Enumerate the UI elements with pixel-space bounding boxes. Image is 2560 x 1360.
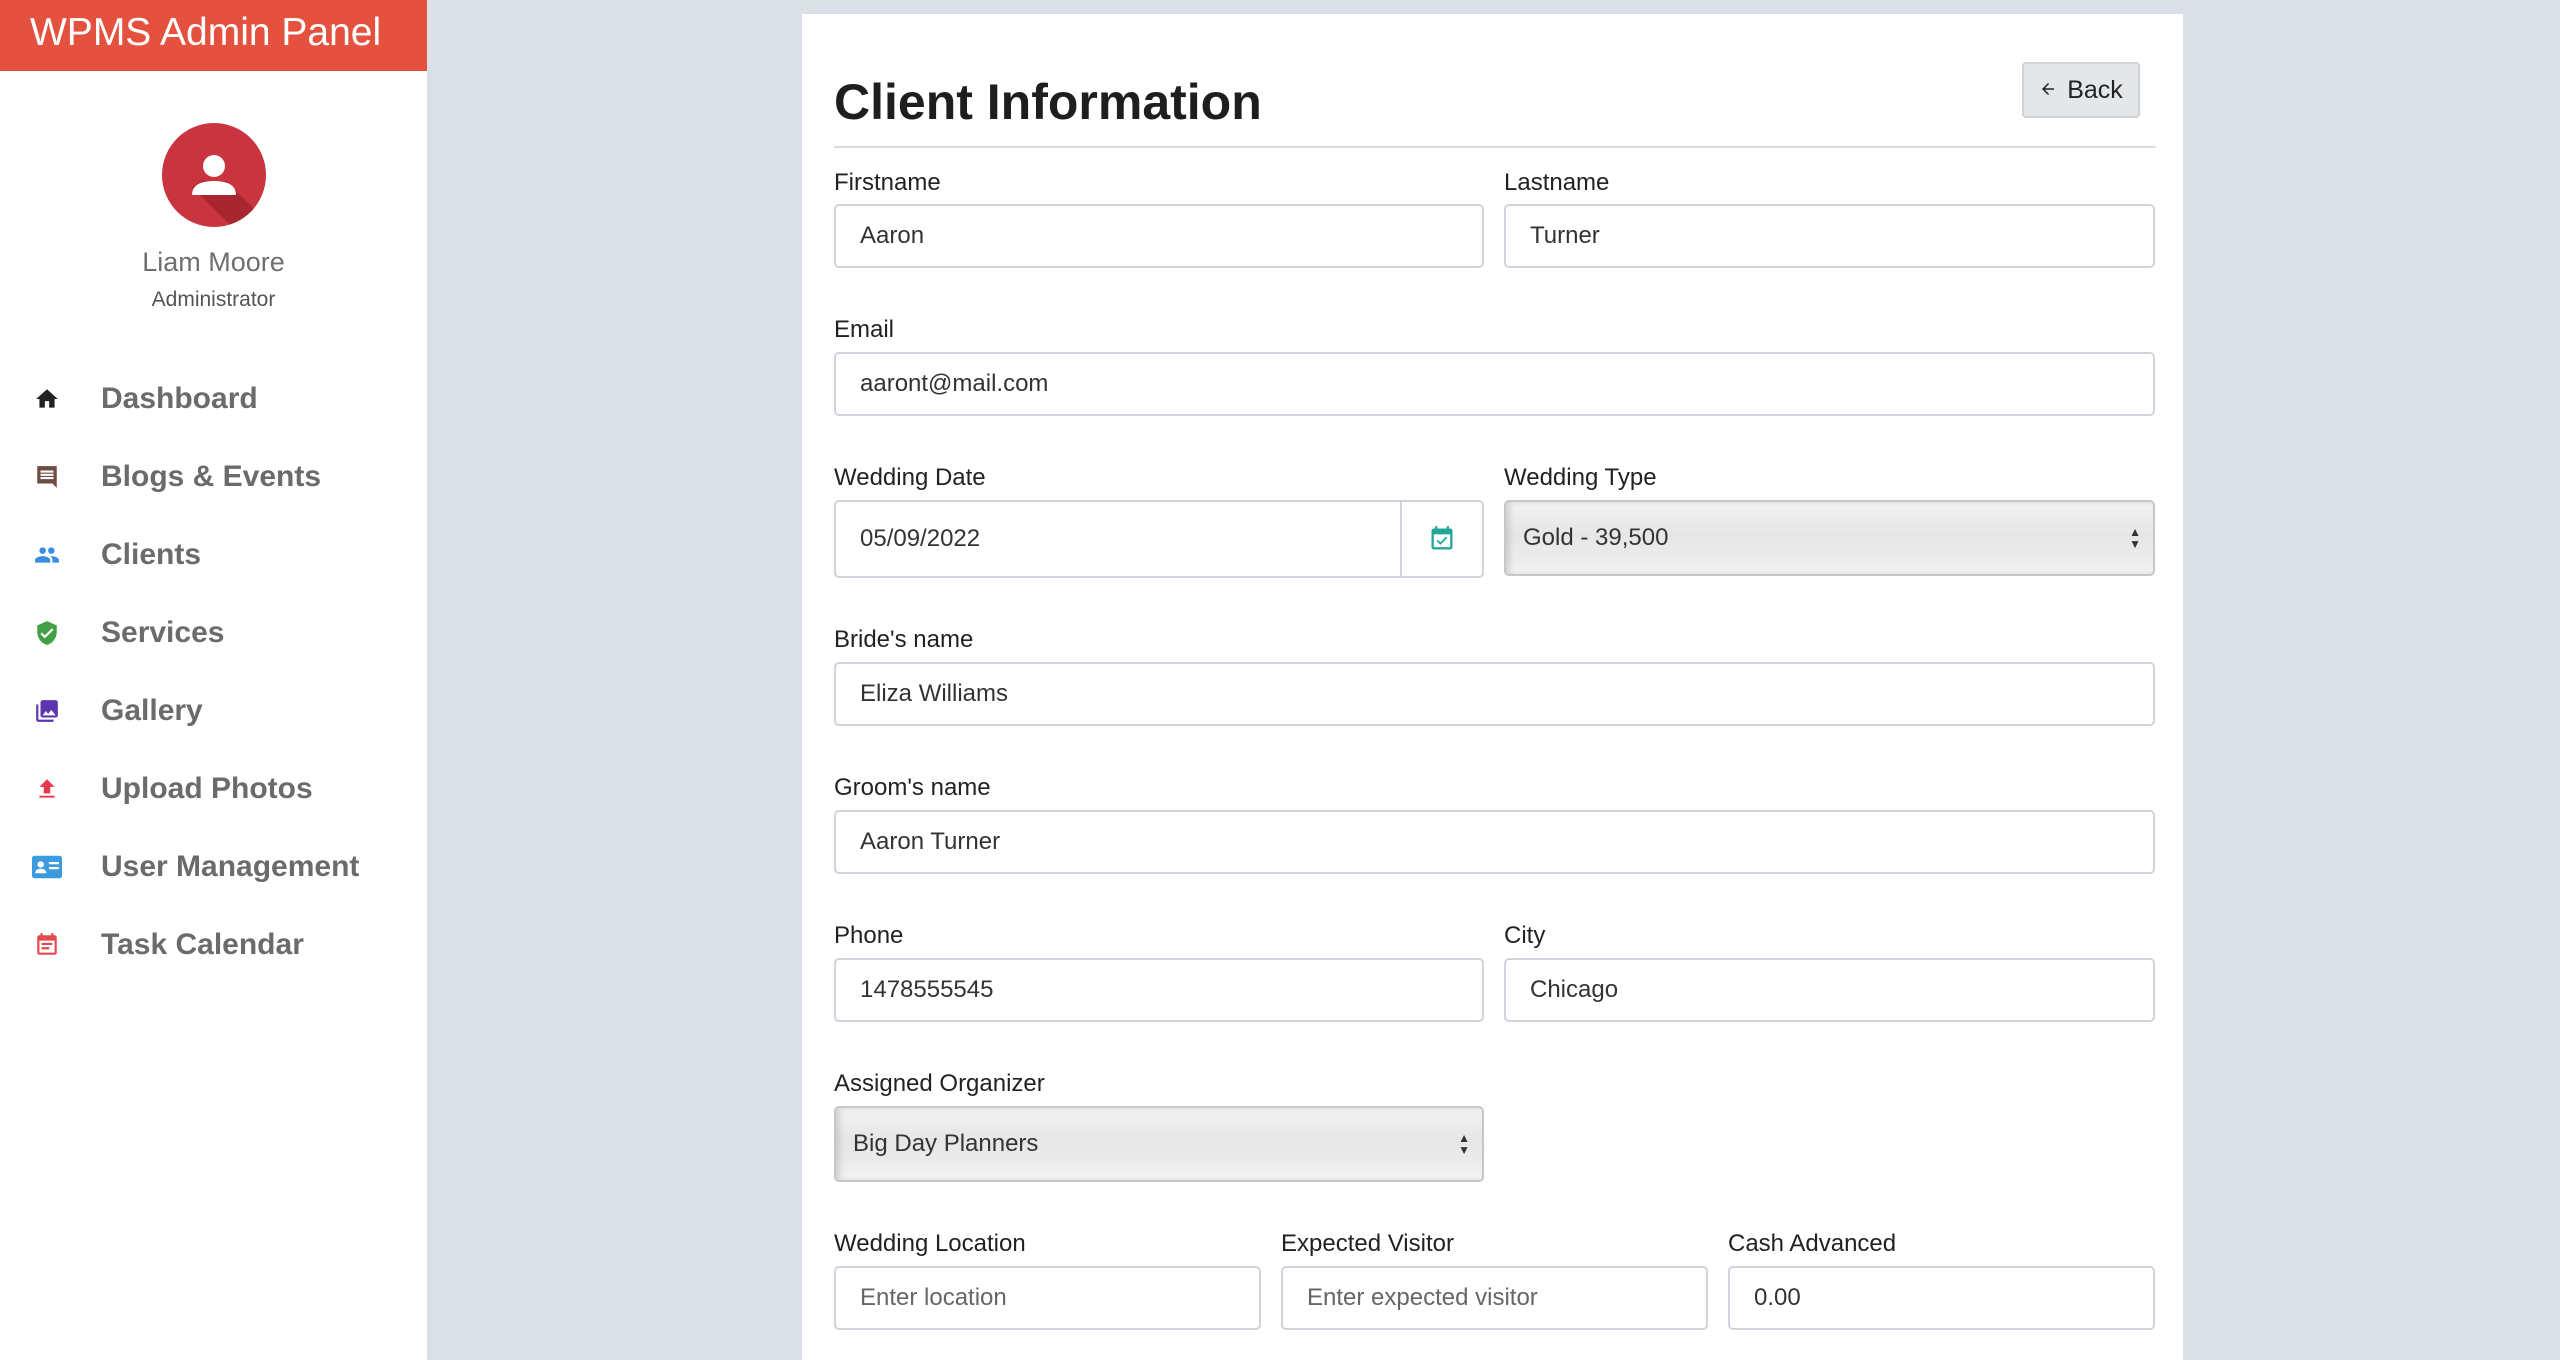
email-label: Email	[834, 316, 895, 343]
expected-visitor-label: Expected Visitor	[1281, 1230, 1454, 1257]
user-icon	[191, 155, 266, 227]
city-label: City	[1504, 922, 1546, 949]
groom-name-label: Groom's name	[834, 774, 991, 801]
brand-title: WPMS Admin Panel	[0, 0, 427, 71]
wedding-location-input[interactable]	[834, 1266, 1261, 1330]
date-picker-button[interactable]	[1400, 502, 1482, 576]
wedding-location-label: Wedding Location	[834, 1230, 1026, 1257]
sidebar-item-label: Task Calendar	[101, 928, 304, 961]
sidebar: WPMS Admin Panel Liam Moore Administrato…	[0, 0, 427, 1360]
organizer-select[interactable]: Big Day Planners ▲ ▼	[834, 1106, 1484, 1182]
calendar-icon	[32, 930, 62, 960]
comment-icon	[32, 462, 62, 492]
cash-advanced-input[interactable]	[1728, 1266, 2155, 1330]
sidebar-item-clients[interactable]: Clients	[0, 516, 427, 594]
arrow-left-icon	[2039, 76, 2057, 105]
cash-advanced-label: Cash Advanced	[1728, 1230, 1897, 1257]
avatar	[161, 123, 266, 227]
back-button[interactable]: Back	[2022, 62, 2140, 118]
sidebar-item-user-management[interactable]: User Management	[0, 828, 427, 906]
sidebar-item-task-calendar[interactable]: Task Calendar	[0, 906, 427, 984]
people-icon	[32, 540, 62, 570]
sidebar-nav: Dashboard Blogs & Events Clients Service…	[0, 360, 427, 984]
sidebar-item-label: Upload Photos	[101, 772, 313, 805]
sidebar-item-label: User Management	[101, 850, 360, 883]
lastname-label: Lastname	[1504, 169, 1610, 196]
phone-input[interactable]	[834, 958, 1484, 1022]
client-info-card: Client Information Back Firstname Lastna…	[802, 14, 2183, 1360]
id-card-icon	[32, 852, 62, 882]
sidebar-item-label: Dashboard	[101, 382, 258, 415]
sidebar-item-gallery[interactable]: Gallery	[0, 672, 427, 750]
card-header: Client Information Back	[834, 54, 2156, 148]
page-title: Client Information	[834, 74, 1262, 130]
lastname-input[interactable]	[1504, 204, 2155, 268]
sidebar-item-upload-photos[interactable]: Upload Photos	[0, 750, 427, 828]
profile-role: Administrator	[151, 288, 276, 311]
firstname-input[interactable]	[834, 204, 1484, 268]
upload-icon	[32, 774, 62, 804]
wedding-type-value: Gold - 39,500	[1523, 524, 1669, 551]
bride-name-label: Bride's name	[834, 626, 974, 653]
profile-name: Liam Moore	[142, 247, 285, 277]
wedding-date-picker[interactable]: 05/09/2022	[834, 500, 1484, 578]
back-button-label: Back	[2067, 75, 2123, 104]
home-icon	[32, 384, 62, 414]
sidebar-item-services[interactable]: Services	[0, 594, 427, 672]
wedding-date-label: Wedding Date	[834, 464, 986, 491]
select-arrows-icon: ▲ ▼	[2129, 525, 2141, 551]
wedding-date-value: 05/09/2022	[860, 525, 981, 552]
email-input[interactable]	[834, 352, 2155, 416]
city-input[interactable]	[1504, 958, 2155, 1022]
organizer-value: Big Day Planners	[853, 1130, 1039, 1157]
phone-label: Phone	[834, 922, 904, 949]
firstname-label: Firstname	[834, 169, 941, 196]
sidebar-item-label: Services	[101, 616, 225, 649]
shield-check-icon	[32, 618, 62, 648]
calendar-check-icon	[1431, 526, 1453, 550]
photo-library-icon	[32, 696, 62, 726]
bride-name-input[interactable]	[834, 662, 2155, 726]
expected-visitor-input[interactable]	[1281, 1266, 1708, 1330]
sidebar-item-label: Blogs & Events	[101, 460, 322, 493]
wedding-type-select[interactable]: Gold - 39,500 ▲ ▼	[1504, 500, 2155, 576]
wedding-type-label: Wedding Type	[1504, 464, 1657, 491]
user-profile: Liam Moore Administrator	[0, 71, 427, 312]
organizer-label: Assigned Organizer	[834, 1070, 1045, 1097]
sidebar-item-label: Clients	[101, 538, 202, 571]
sidebar-item-label: Gallery	[101, 694, 203, 727]
sidebar-item-blogs-events[interactable]: Blogs & Events	[0, 438, 427, 516]
sidebar-item-dashboard[interactable]: Dashboard	[0, 360, 427, 438]
select-arrows-icon: ▲ ▼	[1458, 1131, 1470, 1157]
groom-name-input[interactable]	[834, 810, 2155, 874]
